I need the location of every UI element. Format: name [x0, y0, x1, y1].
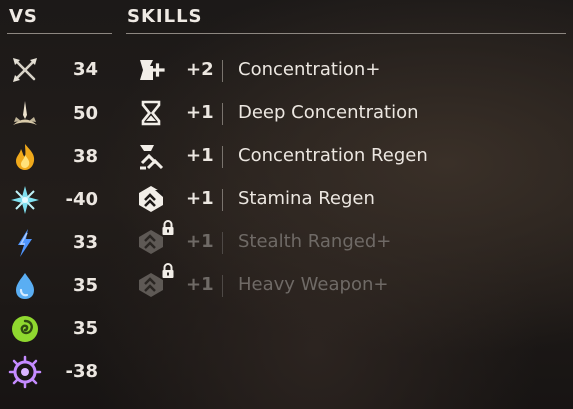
vs-row-purgewater[interactable]: -38 — [8, 352, 108, 392]
skill-separator — [222, 275, 223, 297]
vs-header: VS — [9, 6, 38, 27]
acid-icon — [12, 316, 38, 342]
tear-icon — [13, 58, 37, 82]
concentration-plus-icon — [140, 60, 165, 80]
skill-row-deep-concentration[interactable]: +1 Deep Concentration — [136, 95, 566, 131]
skills-header: SKILLS — [127, 6, 203, 27]
vs-row-shock[interactable]: 33 — [8, 223, 108, 263]
skill-value: +1 — [186, 274, 214, 295]
skill-value: +1 — [186, 102, 214, 123]
vs-value-shock: 33 — [72, 232, 98, 253]
purgewater-icon — [8, 355, 42, 389]
skill-name: Deep Concentration — [238, 102, 419, 123]
vs-row-acid[interactable]: 35 — [8, 309, 108, 349]
frost-icon — [16, 273, 34, 299]
vs-value-frost: 35 — [72, 275, 98, 296]
hourglass-icon — [141, 100, 161, 126]
vs-row-tear[interactable]: 34 — [8, 50, 108, 90]
vs-row-impact[interactable]: 50 — [8, 94, 108, 134]
skill-row-concentration-plus[interactable]: +2 Concentration+ — [136, 52, 566, 88]
skill-row-heavy-weapon[interactable]: +1 Heavy Weapon+ — [136, 263, 566, 303]
skill-separator — [222, 103, 223, 125]
lock-icon — [162, 220, 174, 235]
regen-arrows-icon — [140, 145, 164, 170]
vs-value-fire: 38 — [72, 146, 98, 167]
stamina-regen-icon — [139, 186, 163, 212]
skill-name: Stamina Regen — [238, 188, 375, 209]
skill-separator — [222, 60, 223, 82]
skill-name: Concentration+ — [238, 59, 381, 80]
skill-value: +1 — [186, 231, 214, 252]
skill-value: +1 — [186, 188, 214, 209]
skill-row-concentration-regen[interactable]: +1 Concentration Regen — [136, 138, 566, 174]
vs-header-divider — [7, 33, 112, 34]
skill-name: Heavy Weapon+ — [238, 274, 389, 295]
skill-separator — [222, 146, 223, 168]
vs-value-impact: 50 — [72, 103, 98, 124]
vs-value-acid: 35 — [72, 318, 98, 339]
vs-skills-panel: VS SKILLS 34 50 38 -40 33 35 35 -38 +2 C… — [0, 0, 573, 409]
vs-row-fire[interactable]: 38 — [8, 137, 108, 177]
vs-value-freeze: -40 — [65, 189, 98, 210]
skill-row-stealth-ranged[interactable]: +1 Stealth Ranged+ — [136, 220, 566, 260]
freeze-icon — [11, 186, 39, 214]
impact-icon — [13, 101, 37, 125]
vs-value-purgewater: -38 — [65, 361, 98, 382]
skill-name: Concentration Regen — [238, 145, 428, 166]
lock-icon — [162, 263, 174, 278]
shock-icon — [18, 229, 32, 257]
fire-icon — [16, 144, 35, 170]
skills-header-divider — [126, 33, 566, 34]
skill-name: Stealth Ranged+ — [238, 231, 392, 252]
skill-separator — [222, 189, 223, 211]
vs-value-tear: 34 — [72, 59, 98, 80]
skill-separator — [222, 232, 223, 254]
vs-row-freeze[interactable]: -40 — [8, 180, 108, 220]
skill-value: +1 — [186, 145, 214, 166]
vs-row-frost[interactable]: 35 — [8, 266, 108, 306]
skill-value: +2 — [186, 59, 214, 80]
skill-row-stamina-regen[interactable]: +1 Stamina Regen — [136, 181, 566, 217]
